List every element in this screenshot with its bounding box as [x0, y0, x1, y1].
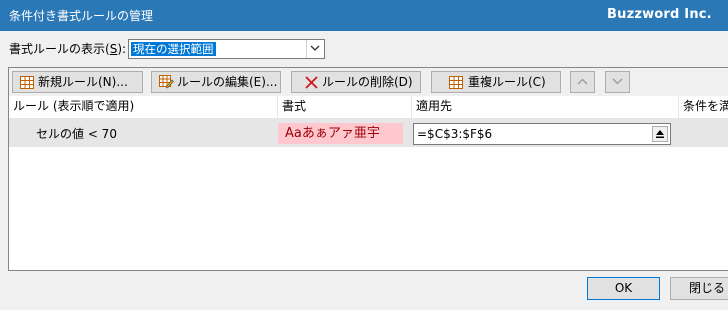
- close-button[interactable]: 閉じる: [670, 277, 728, 300]
- title-bar: 条件付き書式ルールの管理 Buzzword Inc.: [0, 0, 728, 31]
- window-title: 条件付き書式ルールの管理: [9, 9, 154, 23]
- column-header-applies-to[interactable]: 適用先: [412, 96, 679, 118]
- show-rules-selected: 現在の選択範囲: [131, 42, 216, 56]
- applies-to-input[interactable]: =$C$3:$F$6: [413, 123, 671, 145]
- edit-table-icon: [159, 75, 174, 95]
- table-icon: [20, 75, 34, 95]
- applies-to-value: =$C$3:$F$6: [417, 127, 493, 141]
- new-rule-button[interactable]: 新規ルール(N)...: [12, 71, 143, 93]
- format-preview: Aaあぁアァ亜宇: [278, 123, 403, 144]
- table-row[interactable]: セルの値 < 70 Aaあぁアァ亜宇 =$C$3:$F$6: [9, 119, 728, 147]
- move-up-button[interactable]: [570, 71, 595, 93]
- chevron-down-icon[interactable]: [306, 40, 324, 58]
- rules-panel: 新規ルール(N)... ルールの編集(E)... ルールの削除(D) 重複ルール…: [8, 67, 728, 271]
- new-rule-label: 新規ルール(N)...: [38, 75, 128, 89]
- rules-toolbar: 新規ルール(N)... ルールの編集(E)... ルールの削除(D) 重複ルール…: [9, 68, 728, 97]
- column-header-format[interactable]: 書式: [278, 96, 412, 118]
- duplicate-rule-button[interactable]: 重複ルール(C): [431, 71, 561, 93]
- brand-label: Buzzword Inc.: [607, 7, 712, 22]
- delete-x-icon: [305, 75, 318, 95]
- column-header-rule[interactable]: ルール (表示順で適用): [9, 96, 278, 118]
- chevron-up-icon: [577, 78, 588, 85]
- edit-rule-label: ルールの編集(E)...: [177, 75, 278, 89]
- collapse-dialog-icon[interactable]: [652, 126, 668, 142]
- edit-rule-button[interactable]: ルールの編集(E)...: [151, 71, 281, 93]
- duplicate-rule-label: 重複ルール(C): [468, 75, 546, 89]
- show-rules-dropdown[interactable]: 現在の選択範囲: [128, 39, 325, 59]
- delete-rule-button[interactable]: ルールの削除(D): [291, 71, 421, 93]
- move-down-button[interactable]: [605, 71, 630, 93]
- rules-table-header: ルール (表示順で適用) 書式 適用先 条件を満: [9, 96, 728, 119]
- ok-button[interactable]: OK: [587, 277, 660, 300]
- column-header-stop-if-true[interactable]: 条件を満: [679, 96, 728, 118]
- duplicate-table-icon: [449, 75, 463, 95]
- rule-condition: セルの値 < 70: [36, 127, 117, 141]
- show-rules-label: 書式ルールの表示(S):: [9, 42, 127, 56]
- delete-rule-label: ルールの削除(D): [322, 75, 413, 89]
- chevron-down-icon: [612, 78, 623, 85]
